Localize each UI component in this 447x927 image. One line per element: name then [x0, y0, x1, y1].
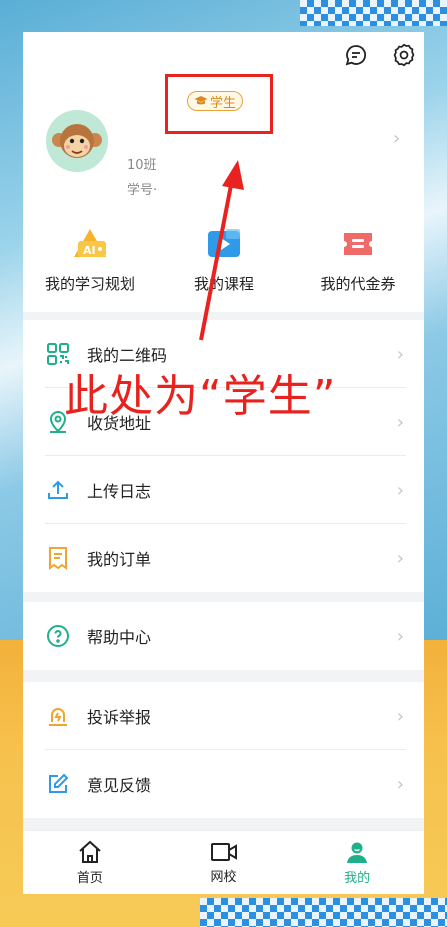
quick-action-voucher[interactable]: 我的代金券 [291, 227, 424, 294]
student-id-label: 学号· [127, 183, 158, 198]
chevron-right-icon: › [396, 547, 404, 569]
tab-label: 网校 [210, 870, 237, 885]
chevron-right-icon: › [396, 705, 404, 727]
home-icon [79, 840, 101, 863]
video-camera-icon [210, 843, 237, 861]
tab-label: 我的 [344, 871, 371, 886]
menu-item-label: 意见反馈 [87, 776, 152, 795]
chevron-right-icon: › [396, 625, 404, 647]
chevron-right-icon: › [396, 343, 404, 365]
upload-icon [45, 477, 71, 503]
chevron-right-icon: › [396, 411, 404, 433]
message-icon[interactable] [341, 40, 371, 70]
help-icon [45, 623, 71, 649]
profile-icon [347, 842, 368, 863]
quick-action-course[interactable]: 我的课程 [157, 227, 291, 294]
chevron-right-icon[interactable]: › [393, 128, 400, 149]
quick-action-label: 我的课程 [193, 275, 254, 293]
menu-item-feedback[interactable]: 意见反馈 › [23, 750, 424, 818]
checker-pattern-top [300, 0, 447, 26]
menu-item-complaint[interactable]: 投诉举报 › [23, 682, 424, 750]
order-receipt-icon [45, 545, 71, 571]
ai-study-plan-icon: AI [70, 227, 110, 261]
svg-text:AI: AI [83, 244, 96, 257]
complaint-icon [45, 703, 71, 729]
quick-action-study-plan[interactable]: AI 我的学习规划 [23, 227, 157, 294]
menu-item-label: 上传日志 [87, 482, 152, 501]
menu-group-2: 帮助中心 › [23, 602, 424, 670]
menu-item-help[interactable]: 帮助中心 › [23, 602, 424, 670]
checker-pattern-bottom [200, 898, 447, 927]
bottom-tab-bar: 首页 网校 我的 [23, 830, 424, 894]
annotation-text: 此处为“学生” [64, 371, 337, 422]
menu-item-orders[interactable]: 我的订单 › [23, 524, 424, 592]
tab-label: 首页 [76, 871, 103, 886]
avatar[interactable] [46, 110, 108, 172]
course-video-icon [204, 227, 244, 261]
class-label: 10班 [127, 158, 157, 173]
menu-item-label: 我的订单 [87, 550, 152, 569]
app-screen: 学生 10班 学号· › AI 我的学习规划 我的课程 我的代金券 我的二维码 … [23, 32, 424, 894]
chevron-right-icon: › [396, 479, 404, 501]
annotation-highlight-box [165, 74, 273, 134]
menu-item-upload-log[interactable]: 上传日志 › [23, 456, 424, 524]
voucher-ticket-icon [338, 227, 378, 261]
tab-mine[interactable]: 我的 [290, 831, 424, 894]
menu-item-label: 投诉举报 [87, 708, 152, 727]
feedback-edit-icon [45, 771, 71, 797]
menu-item-label: 帮助中心 [87, 628, 152, 647]
profile-header: 学生 10班 学号· › AI 我的学习规划 我的课程 我的代金券 [23, 32, 424, 312]
quick-action-label: 我的学习规划 [44, 275, 135, 293]
tab-online-school[interactable]: 网校 [157, 831, 291, 894]
tab-home[interactable]: 首页 [23, 831, 157, 894]
chevron-right-icon: › [396, 773, 404, 795]
menu-group-3: 投诉举报 › 意见反馈 › [23, 682, 424, 818]
quick-action-label: 我的代金券 [320, 275, 396, 293]
settings-icon[interactable] [389, 40, 419, 70]
